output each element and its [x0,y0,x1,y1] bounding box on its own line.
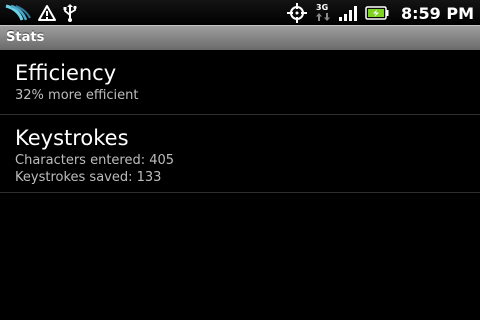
stat-item-detail: 32% more efficient [15,88,139,103]
title-bar: Stats [0,25,480,50]
3g-data-icon: 3G [315,3,330,21]
signal-icon [338,6,357,21]
screen: 3G 8:59 PM Stats Efficiency 32% more eff… [0,0,480,320]
status-right-icons: 3G 8:59 PM [286,2,474,24]
usb-icon [63,4,77,22]
stat-item-detail: Characters entered: 405 [15,153,175,168]
stat-item-detail: Keystrokes saved: 133 [15,170,162,185]
htc-sense-icon [5,4,31,21]
status-left-icons [4,2,78,24]
stats-list: Efficiency 32% more efficient Keystrokes… [0,50,480,193]
warning-icon [38,5,56,21]
stat-item-title: Efficiency [15,61,117,85]
network-type-label: 3G [316,3,328,12]
stat-item-keystrokes[interactable]: Keystrokes Characters entered: 405 Keyst… [0,115,480,193]
gps-icon [286,3,307,23]
battery-charging-icon [365,6,389,20]
stat-item-efficiency[interactable]: Efficiency 32% more efficient [0,50,480,115]
status-bar: 3G 8:59 PM [0,0,480,25]
status-clock: 8:59 PM [400,3,474,23]
page-title: Stats [6,30,45,45]
stat-item-title: Keystrokes [15,126,129,150]
